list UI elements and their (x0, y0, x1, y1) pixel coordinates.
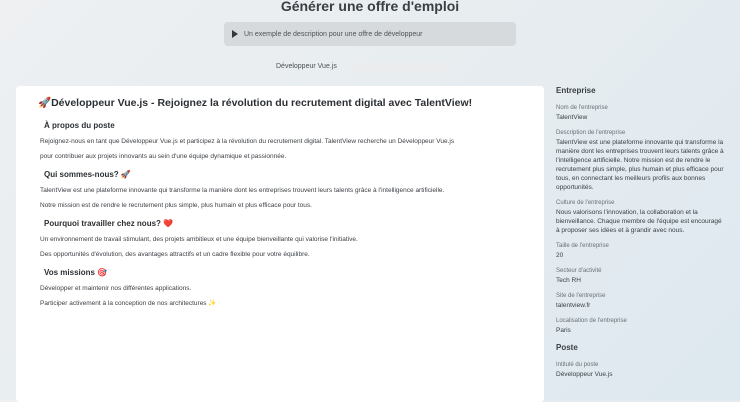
section-paragraph: TalentView est une plateforme innovante … (40, 187, 445, 194)
job-offer-card: 🚀Développeur Vue.js - Rejoignez la révol… (16, 86, 544, 402)
section-paragraph: Un environnement de travail stimulant, d… (40, 236, 358, 243)
sidebar-field-value[interactable]: Paris (556, 326, 726, 335)
play-icon[interactable] (232, 30, 238, 38)
section-heading: À propos du poste (44, 121, 115, 130)
section-paragraph: Participer activement à la conception de… (40, 300, 217, 307)
sidebar-field-value[interactable]: talentview.fr (556, 301, 726, 310)
sidebar-field: Localisation de l'entreprise Paris (556, 318, 726, 335)
sidebar-field: Description de l'entreprise TalentView e… (556, 130, 726, 192)
sidebar-field: Site de l'entreprise talentview.fr (556, 293, 726, 310)
sidebar-field-label: Taille de l'entreprise (556, 243, 609, 249)
sidebar-field-label: Nom de l'entreprise (556, 105, 608, 111)
sidebar-field: Nom de l'entreprise TalentView (556, 105, 726, 122)
sidebar-field-value[interactable]: Nous valorisons l'innovation, la collabo… (556, 208, 726, 235)
sidebar-field-value[interactable]: TalentView (556, 113, 726, 122)
section-heading: Pourquoi travailler chez nous? ❤️ (44, 219, 174, 228)
sidebar-heading: Entreprise (556, 86, 596, 95)
tab-vuejs[interactable]: Développeur Vue.js (270, 60, 343, 73)
sidebar-field-label: Culture de l'entreprise (556, 200, 615, 206)
tab-bar: Développeur Vue.js (270, 60, 449, 73)
sidebar-heading-poste: Poste (556, 343, 578, 352)
section-paragraph: Notre mission est de rendre le recruteme… (40, 202, 312, 209)
sidebar-field-value[interactable]: Tech RH (556, 276, 726, 285)
sidebar-field-value[interactable]: Développeur Vue.js (556, 370, 726, 379)
sidebar-field-value[interactable]: TalentView est une plateforme innovante … (556, 138, 726, 192)
sidebar-field-value[interactable]: 20 (556, 251, 726, 260)
company-sidebar: Entreprise Nom de l'entreprise TalentVie… (556, 86, 726, 400)
sidebar-field: Intitulé du poste Développeur Vue.js (556, 362, 726, 379)
section-heading: Qui sommes-nous? 🚀 (44, 170, 131, 179)
prompt-text: Un exemple de description pour une offre… (244, 30, 423, 38)
section-paragraph: Rejoignez-nous en tant que Développeur V… (40, 138, 455, 145)
section-heading: Vos missions 🎯 (44, 268, 108, 277)
sidebar-field: Secteur d'activité Tech RH (556, 268, 726, 285)
page-title: Générer une offre d'emploi (280, 0, 460, 14)
section-paragraph: Développer et maintenir nos différentes … (40, 285, 192, 292)
sidebar-field-label: Secteur d'activité (556, 268, 602, 274)
sidebar-field-label: Intitulé du poste (556, 362, 599, 368)
sidebar-field-label: Localisation de l'entreprise (556, 318, 627, 324)
section-paragraph: pour contribuer aux projets innovants au… (40, 153, 287, 160)
prompt-input[interactable]: Un exemple de description pour une offre… (224, 22, 516, 46)
section-paragraph: Des opportunités d'évolution, des avanta… (40, 251, 310, 258)
tab-other[interactable] (352, 61, 449, 72)
sidebar-field-label: Site de l'entreprise (556, 293, 606, 299)
job-offer-title: 🚀Développeur Vue.js - Rejoignez la révol… (38, 97, 473, 109)
sidebar-field: Culture de l'entreprise Nous valorisons … (556, 200, 726, 235)
sidebar-field-label: Description de l'entreprise (556, 130, 626, 136)
sidebar-field: Taille de l'entreprise 20 (556, 243, 726, 260)
